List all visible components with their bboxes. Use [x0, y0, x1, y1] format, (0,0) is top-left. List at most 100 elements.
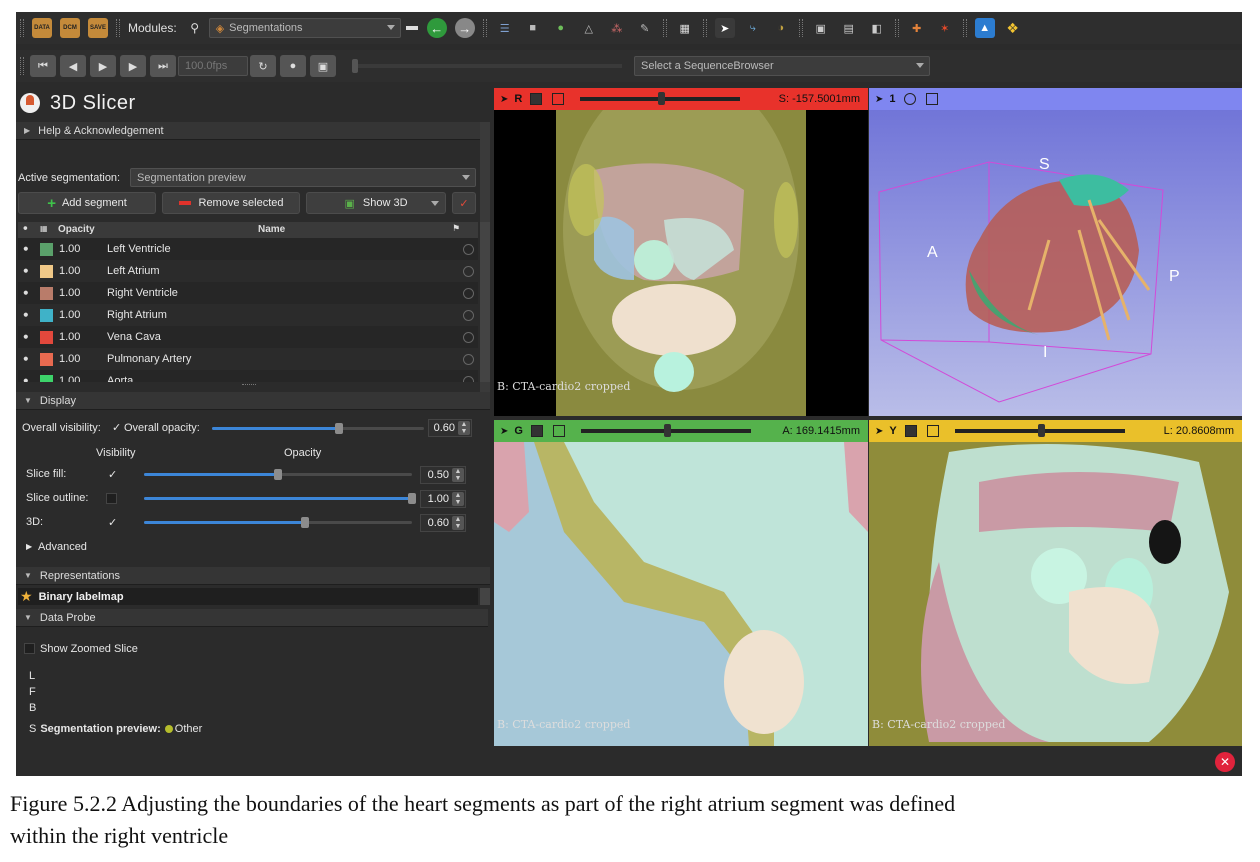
pin-icon[interactable]: ➤ — [500, 94, 508, 105]
overall-opacity-handle[interactable] — [335, 423, 343, 434]
segment-opacity[interactable]: 1.00 — [59, 331, 107, 343]
yellow-slice-view[interactable]: B: CTA-cardio2 cropped — [869, 442, 1242, 746]
loop-button[interactable]: ↻ — [250, 55, 276, 77]
fps-spinbox[interactable]: 100.0fps — [178, 56, 248, 76]
green-slice-view[interactable]: B: CTA-cardio2 cropped — [494, 442, 868, 746]
green-slice-slider[interactable] — [580, 424, 751, 437]
module-selector[interactable]: ◈ Segmentations — [208, 18, 401, 38]
segment-status-icon[interactable] — [463, 287, 474, 299]
show-3d-button[interactable]: ▣ Show 3D — [306, 192, 446, 214]
segment-row[interactable]: ⚫ 1.00 Left Ventricle — [18, 238, 478, 260]
python-console-icon[interactable]: ❖ — [1003, 18, 1023, 38]
segment-color-swatch[interactable] — [40, 264, 53, 278]
segment-color-swatch[interactable] — [40, 330, 53, 344]
segment-name[interactable]: Right Atrium — [107, 309, 463, 321]
segment-color-swatch[interactable] — [40, 374, 53, 382]
visibility-check[interactable]: ✓ — [108, 516, 117, 529]
segment-row[interactable]: ⚫ 1.00 Pulmonary Artery — [18, 348, 478, 370]
display-opacity-spinbox[interactable]: 1.00 ▲ ▼ — [420, 490, 466, 508]
markups-icon[interactable]: ⤷ — [743, 18, 763, 38]
maximize-icon[interactable] — [552, 93, 565, 105]
display-opacity-spinbox[interactable]: 0.60 ▲ ▼ — [420, 514, 466, 532]
active-segmentation-selector[interactable]: Segmentation preview — [130, 168, 476, 187]
remove-selected-button[interactable]: Remove selected — [162, 192, 300, 214]
dicom-icon[interactable]: DCM — [60, 18, 80, 38]
transforms-icon[interactable]: ⁂ — [607, 18, 627, 38]
segment-name[interactable]: Right Ventricle — [107, 287, 463, 299]
table-resize-handle[interactable] — [242, 384, 256, 386]
display-opacity-handle[interactable] — [274, 469, 282, 480]
maximize-icon[interactable] — [552, 425, 565, 437]
segment-status-icon[interactable] — [463, 243, 474, 255]
play-button[interactable]: ▶ — [90, 55, 116, 77]
segment-name[interactable]: Left Atrium — [107, 265, 463, 277]
pin-icon[interactable]: ➤ — [500, 426, 508, 437]
segment-color-swatch[interactable] — [40, 352, 53, 366]
threed-view[interactable]: S A P I — [869, 110, 1242, 416]
green-slice-slider-handle[interactable] — [663, 424, 671, 437]
screenshot-icon[interactable]: ▣ — [811, 18, 831, 38]
editor-icon[interactable]: ✎ — [635, 18, 655, 38]
first-frame-button[interactable]: ⏮ — [30, 55, 56, 77]
crosshair-icon[interactable]: ✚ — [907, 18, 927, 38]
capture-icon[interactable]: ◧ — [867, 18, 887, 38]
display-opacity-slider[interactable] — [144, 493, 416, 504]
record-button[interactable]: ● — [280, 55, 306, 77]
spin-arrows-icon[interactable]: ▲ ▼ — [458, 421, 470, 435]
error-log-icon[interactable]: ✕ — [1215, 752, 1235, 772]
models-icon[interactable]: △ — [579, 18, 599, 38]
display-opacity-handle[interactable] — [408, 493, 416, 504]
eye-icon[interactable]: ⚫ — [22, 266, 36, 277]
representations-scrollbar[interactable] — [480, 588, 490, 605]
data-module-icon[interactable]: ■ — [523, 18, 543, 38]
link-icon[interactable] — [530, 425, 543, 437]
segment-opacity[interactable]: 1.00 — [59, 265, 107, 277]
eye-icon[interactable]: ⚫ — [22, 354, 36, 365]
segment-name[interactable]: Aorta — [107, 375, 463, 382]
yellow-slice-slider-handle[interactable] — [1037, 424, 1045, 437]
segment-status-icon[interactable] — [463, 353, 474, 365]
welcome-icon[interactable]: ☰ — [495, 18, 515, 38]
help-section-header[interactable]: ▶ Help & Acknowledgement — [16, 122, 490, 140]
segment-opacity[interactable]: 1.00 — [59, 353, 107, 365]
segment-opacity[interactable]: 1.00 — [59, 309, 107, 321]
toolbar-grip[interactable] — [702, 19, 707, 37]
pin-icon[interactable]: ➤ — [875, 94, 883, 105]
module-search-icon[interactable]: ⚲ — [185, 18, 205, 38]
toolbar-grip[interactable] — [20, 57, 24, 75]
advanced-collapsible[interactable]: ▶ Advanced — [22, 538, 476, 558]
overall-opacity-spinbox[interactable]: 0.60 ▲ ▼ — [428, 419, 472, 437]
data-probe-section-header[interactable]: ▼ Data Probe — [16, 609, 488, 627]
slice-intersection-icon[interactable]: ✶ — [935, 18, 955, 38]
toolbar-grip[interactable] — [116, 19, 120, 37]
next-frame-button[interactable]: ▶ — [120, 55, 146, 77]
last-frame-button[interactable]: ⏭ — [150, 55, 176, 77]
toolbar-grip[interactable] — [20, 19, 24, 37]
segments-scrollbar[interactable] — [480, 222, 490, 382]
segment-color-swatch[interactable] — [40, 308, 53, 322]
spin-arrows-icon[interactable]: ▲ ▼ — [452, 516, 464, 530]
snapshot-button[interactable]: ▣ — [310, 55, 336, 77]
segment-color-swatch[interactable] — [40, 286, 53, 300]
spin-arrows-icon[interactable]: ▲ ▼ — [452, 492, 464, 506]
segment-opacity[interactable]: 1.00 — [59, 243, 107, 255]
segment-row[interactable]: ⚫ 1.00 Vena Cava — [18, 326, 478, 348]
scene-view-icon[interactable]: ▤ — [839, 18, 859, 38]
add-segment-button[interactable]: + Add segment — [18, 192, 156, 214]
red-slice-slider-handle[interactable] — [658, 92, 666, 105]
toolbar-grip[interactable] — [894, 19, 899, 37]
overall-visibility-check[interactable]: ✓ — [112, 421, 121, 434]
eye-icon[interactable]: ⚫ — [22, 332, 36, 343]
pointer-icon[interactable]: ➤ — [714, 18, 735, 38]
extension-manager-icon[interactable]: ▲ — [974, 18, 995, 38]
eye-icon[interactable]: ⚫ — [22, 310, 36, 321]
red-slice-view[interactable]: B: CTA-cardio2 cropped — [494, 110, 868, 416]
segment-name[interactable]: Vena Cava — [107, 331, 463, 343]
segment-color-swatch[interactable] — [40, 242, 53, 256]
segment-row[interactable]: ⚫ 1.00 Aorta — [18, 370, 478, 382]
layout-icon[interactable]: ▦ — [675, 18, 695, 38]
toolbar-grip[interactable] — [482, 19, 487, 37]
segment-status-icon[interactable] — [463, 265, 474, 277]
maximize-icon[interactable] — [926, 425, 939, 437]
segment-opacity[interactable]: 1.00 — [59, 375, 107, 382]
